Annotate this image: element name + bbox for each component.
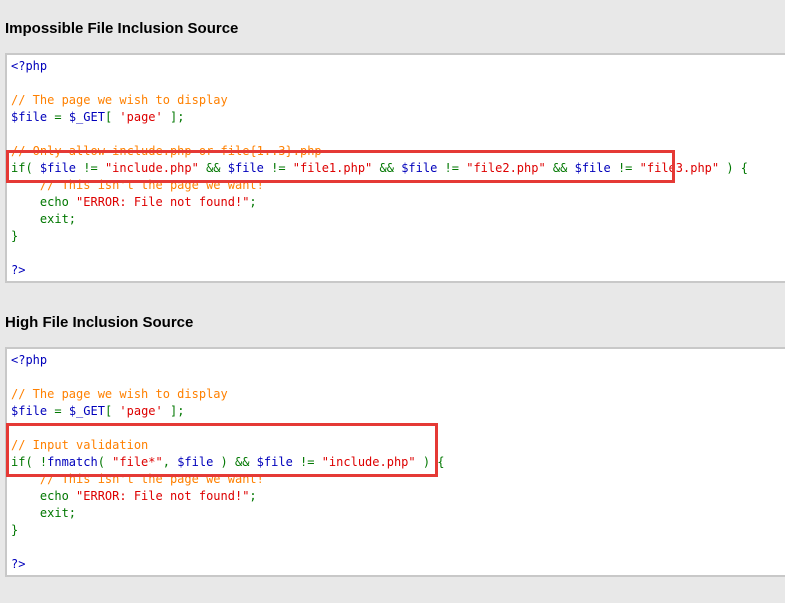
code-token-keyword: != (292, 455, 322, 469)
code-token-keyword: = (47, 110, 69, 124)
code-token-string: "file*" (112, 455, 163, 469)
code-token-default: $file (574, 161, 611, 175)
code-token-default: $file (39, 161, 77, 175)
code-token-keyword: ) { (415, 455, 445, 469)
code-token-comment: // Input validation (11, 438, 149, 452)
code-token-keyword: ; (249, 195, 257, 209)
code-token-default: $file (177, 455, 214, 469)
code-line: ?> (11, 556, 25, 573)
impossible-source-title: Impossible File Inclusion Source (5, 20, 239, 37)
code-token-keyword: echo (11, 195, 77, 209)
code-token-comment: // This isn't the page we want! (11, 472, 264, 486)
code-token-keyword: } (11, 523, 19, 537)
code-token-keyword: && (198, 161, 228, 175)
code-line: // The page we wish to display (11, 92, 228, 109)
code-line: } (11, 522, 18, 539)
code-line: // Input validation (11, 437, 148, 454)
code-token-keyword: && (545, 161, 575, 175)
code-token-comment: // This isn't the page we want! (11, 178, 264, 192)
code-token-keyword: } (11, 229, 19, 243)
code-token-keyword: ; (249, 489, 257, 503)
code-token-keyword: ( (97, 455, 113, 469)
code-line: if( $file != "include.php" && $file != "… (11, 160, 748, 177)
code-token-default: $file (401, 161, 438, 175)
code-line: $file = $_GET[ 'page' ]; (11, 109, 184, 126)
code-token-keyword: exit; (11, 506, 77, 520)
code-token-keyword: = (47, 404, 69, 418)
code-token-keyword: [ (104, 110, 120, 124)
code-token-default: $_GET (68, 110, 105, 124)
code-token-keyword: if( (11, 161, 40, 175)
code-token-keyword: ) { (719, 161, 749, 175)
code-token-string: "include.php" (104, 161, 199, 175)
code-line: echo "ERROR: File not found!"; (11, 488, 257, 505)
code-token-default: $file (256, 455, 293, 469)
code-token-keyword: if( ! (11, 455, 48, 469)
code-token-string: "file3.php" (639, 161, 720, 175)
code-line: <?php (11, 58, 47, 75)
code-token-keyword: != (76, 161, 105, 175)
code-token-keyword: && (372, 161, 402, 175)
code-token-default: $file (227, 161, 264, 175)
code-line: // This isn't the page we want! (11, 177, 264, 194)
code-token-keyword: != (610, 161, 640, 175)
code-line: if( !fnmatch( "file*", $file ) && $file … (11, 454, 445, 471)
code-line: // This isn't the page we want! (11, 471, 264, 488)
code-token-string: "file1.php" (292, 161, 373, 175)
code-token-keyword: ]; (162, 404, 185, 418)
code-token-string: "ERROR: File not found!" (76, 489, 250, 503)
code-token-default: fnmatch (47, 455, 98, 469)
code-token-keyword: ) && (213, 455, 257, 469)
code-token-string: 'page' (119, 404, 163, 418)
code-token-string: "ERROR: File not found!" (76, 195, 250, 209)
code-token-default: $file (11, 404, 48, 418)
code-token-string: "file2.php" (466, 161, 546, 175)
high-source-title: High File Inclusion Source (5, 314, 194, 331)
code-token-keyword: , (162, 455, 178, 469)
code-line: exit; (11, 211, 76, 228)
code-token-default: $file (11, 110, 48, 124)
code-token-default: $_GET (68, 404, 105, 418)
code-line: echo "ERROR: File not found!"; (11, 194, 257, 211)
code-token-comment: // The page we wish to display (11, 93, 228, 107)
code-token-keyword: [ (104, 404, 120, 418)
code-line: } (11, 228, 18, 245)
code-line: // The page we wish to display (11, 386, 228, 403)
code-token-keyword: != (437, 161, 467, 175)
code-token-keyword: ]; (162, 110, 185, 124)
code-token-keyword: exit; (11, 212, 77, 226)
code-token-keyword: != (263, 161, 293, 175)
high-source-code-block: <?php // The page we wish to display $file… (5, 347, 785, 577)
code-token-string: 'page' (119, 110, 163, 124)
code-line: // Only allow include.php or file{1..3}.… (11, 143, 322, 160)
code-token-string: "include.php" (321, 455, 416, 469)
code-token-default: ?> (11, 557, 26, 571)
code-token-keyword: echo (11, 489, 77, 503)
code-line: $file = $_GET[ 'page' ]; (11, 403, 184, 420)
code-token-default: <?php (11, 59, 48, 73)
impossible-source-code-block: <?php // The page we wish to display $file… (5, 53, 785, 283)
code-token-default: <?php (11, 353, 48, 367)
code-line: ?> (11, 262, 25, 279)
code-token-default: ?> (11, 263, 26, 277)
code-line: exit; (11, 505, 76, 522)
code-line: <?php (11, 352, 47, 369)
code-token-comment: // Only allow include.php or file{1..3}.… (11, 144, 322, 158)
code-token-comment: // The page we wish to display (11, 387, 228, 401)
